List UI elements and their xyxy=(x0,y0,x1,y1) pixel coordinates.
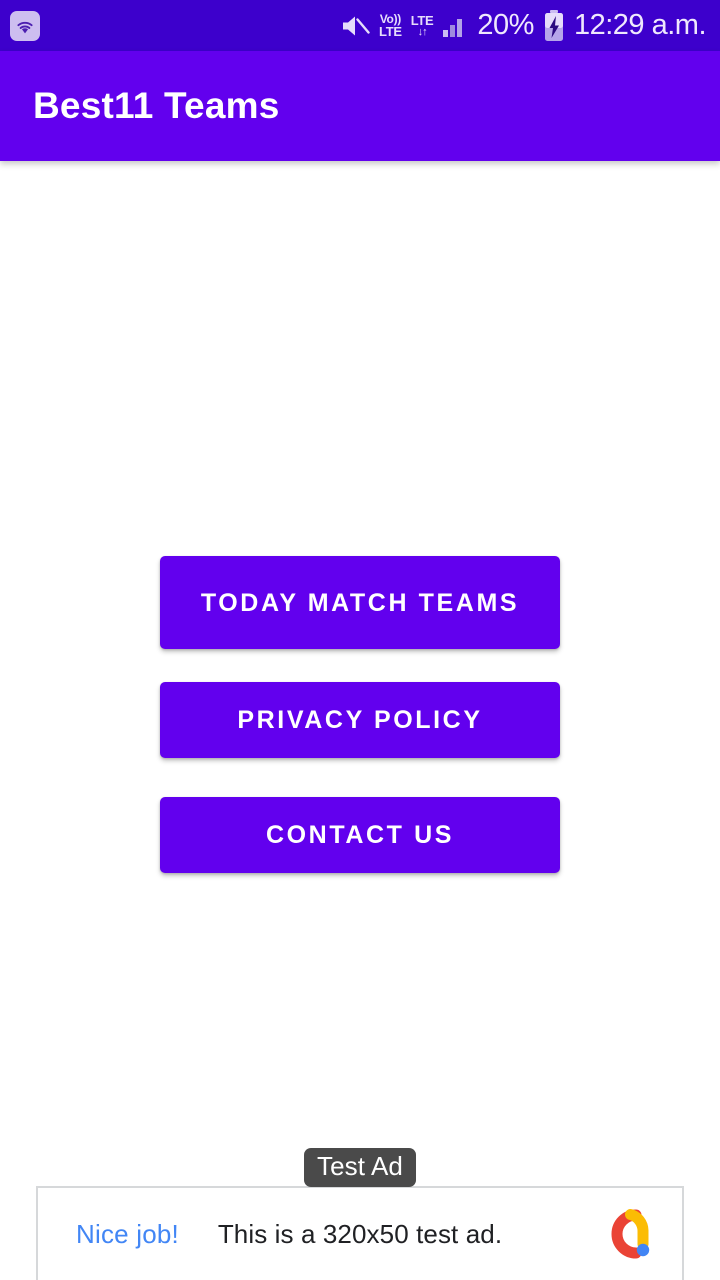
app-bar: Best11 Teams xyxy=(0,51,720,161)
wifi-icon xyxy=(10,10,40,41)
today-match-teams-button[interactable]: TODAY MATCH TEAMS xyxy=(160,556,560,649)
status-bar: Vo)) LTE LTE ↓↑ 20% 12:29 a.m. xyxy=(0,0,720,51)
status-bar-right-icons: Vo)) LTE LTE ↓↑ 20% 12:29 a.m. xyxy=(340,9,707,42)
ad-test-badge: Test Ad xyxy=(304,1148,416,1187)
volume-mute-icon xyxy=(340,13,370,39)
volte-icon: Vo)) LTE xyxy=(379,13,402,38)
privacy-policy-button[interactable]: PRIVACY POLICY xyxy=(160,682,560,758)
contact-us-button[interactable]: CONTACT US xyxy=(160,797,560,873)
status-bar-left-icons xyxy=(10,10,40,41)
cellular-signal-icon xyxy=(442,14,468,38)
ad-banner[interactable]: Nice job! This is a 320x50 test ad. Test… xyxy=(36,1148,684,1280)
lte-data-icon: LTE ↓↑ xyxy=(411,14,434,38)
main-content: TODAY MATCH TEAMS PRIVACY POLICY CONTACT… xyxy=(0,161,720,1280)
action-button-stack: TODAY MATCH TEAMS PRIVACY POLICY CONTACT… xyxy=(160,556,560,873)
lte-arrows-label: ↓↑ xyxy=(417,25,428,38)
ad-headline-link[interactable]: Nice job! xyxy=(76,1219,179,1250)
admob-logo-icon xyxy=(598,1204,654,1264)
app-screen: Vo)) LTE LTE ↓↑ 20% 12:29 a.m. Best11 Te… xyxy=(0,0,720,1280)
battery-percent-label: 20% xyxy=(477,9,534,41)
volte-bottom-label: LTE xyxy=(379,24,402,39)
page-title: Best11 Teams xyxy=(33,85,280,126)
battery-charging-icon xyxy=(543,9,565,42)
clock-label: 12:29 a.m. xyxy=(573,9,707,41)
lte-label: LTE xyxy=(410,12,434,28)
